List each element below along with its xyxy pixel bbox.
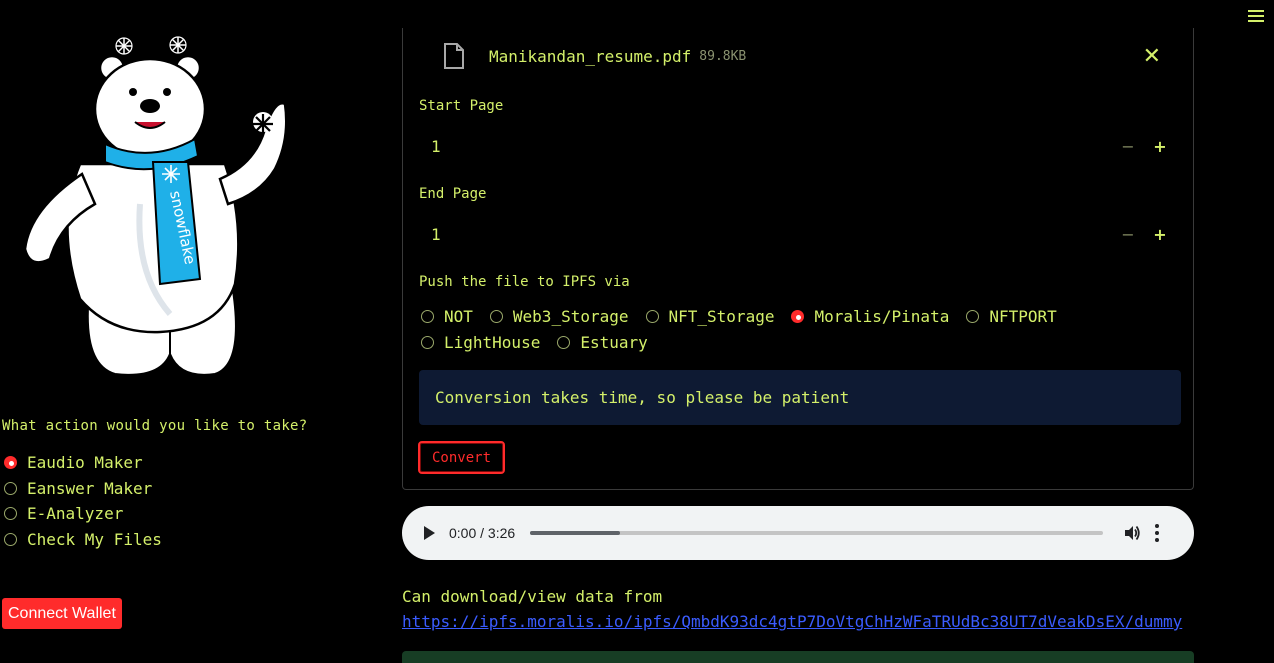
connect-wallet-button[interactable]: Connect Wallet (2, 598, 122, 629)
conversion-panel: Manikandan_resume.pdf 89.8KB ✕ Start Pag… (402, 28, 1194, 490)
sidebar: snowflake What action would you like to … (0, 0, 330, 659)
radio-selected-icon[interactable] (4, 456, 17, 470)
ipfs-option-label: NFTPORT (989, 307, 1057, 327)
ipfs-option-label: Moralis/Pinata (814, 307, 950, 327)
radio-icon[interactable] (421, 310, 434, 324)
increment-button[interactable]: + (1153, 137, 1167, 156)
ipfs-option-nft-storage[interactable]: NFT_Storage (645, 304, 775, 330)
action-option-label: Eaudio Maker (27, 453, 143, 473)
more-options-icon[interactable] (1155, 524, 1159, 542)
radio-icon[interactable] (4, 507, 17, 521)
file-icon (444, 43, 464, 69)
start-page-stepper: − + (1121, 128, 1167, 164)
uploaded-file: Manikandan_resume.pdf 89.8KB ✕ (443, 42, 1183, 70)
action-option-label: Eanswer Maker (27, 478, 153, 498)
end-page-stepper: − + (1121, 216, 1167, 252)
ipfs-label: Push the file to IPFS via (419, 274, 630, 290)
action-option-eanswer-maker[interactable]: Eanswer Maker (4, 476, 162, 502)
success-message-bar (402, 651, 1194, 663)
radio-icon[interactable] (966, 310, 980, 324)
end-page-input[interactable]: 1 − + (419, 216, 1179, 252)
action-option-eaudio-maker[interactable]: Eaudio Maker (4, 450, 162, 476)
radio-icon[interactable] (645, 310, 659, 324)
action-option-label: Check My Files (27, 529, 162, 549)
ipfs-option-label: NOT (444, 307, 473, 327)
radio-selected-icon[interactable] (791, 310, 805, 324)
play-icon[interactable] (424, 526, 435, 540)
ipfs-option-estuary[interactable]: Estuary (557, 330, 648, 356)
radio-icon[interactable] (489, 310, 503, 324)
decrement-button[interactable]: − (1121, 137, 1135, 156)
increment-button[interactable]: + (1153, 225, 1167, 244)
polar-bear-mascot-icon: snowflake (23, 36, 288, 376)
file-size: 89.8KB (699, 48, 747, 64)
info-message: Conversion takes time, so please be pati… (419, 370, 1181, 425)
ipfs-option-not[interactable]: NOT (421, 304, 473, 330)
action-radio-group: Eaudio Maker Eanswer Maker E-Analyzer Ch… (4, 450, 162, 552)
radio-icon[interactable] (421, 335, 434, 349)
ipfs-option-label: Estuary (580, 332, 648, 352)
ipfs-option-lighthouse[interactable]: LightHouse (421, 330, 540, 356)
action-option-check-my-files[interactable]: Check My Files (4, 527, 162, 553)
audio-progress-fill (530, 531, 620, 535)
start-page-input[interactable]: 1 − + (419, 128, 1179, 164)
volume-icon[interactable] (1123, 524, 1141, 542)
action-prompt: What action would you like to take? (2, 418, 308, 434)
end-page-value[interactable]: 1 (431, 225, 441, 244)
ipfs-option-nftport[interactable]: NFTPORT (966, 304, 1057, 330)
action-option-label: E-Analyzer (27, 504, 124, 524)
ipfs-option-web3-storage[interactable]: Web3_Storage (489, 304, 629, 330)
start-page-label: Start Page (419, 98, 504, 114)
close-icon[interactable]: ✕ (1143, 44, 1161, 69)
menu-icon[interactable] (1248, 8, 1264, 22)
radio-icon[interactable] (557, 335, 571, 349)
audio-player: 0:00 / 3:26 (402, 506, 1194, 560)
convert-button[interactable]: Convert (418, 441, 506, 474)
start-page-value[interactable]: 1 (431, 137, 441, 156)
audio-progress-slider[interactable] (530, 531, 1103, 535)
decrement-button[interactable]: − (1121, 225, 1135, 244)
action-option-e-analyzer[interactable]: E-Analyzer (4, 501, 162, 527)
ipfs-link[interactable]: https://ipfs.moralis.io/ipfs/QmbdK93dc4g… (402, 612, 1182, 631)
file-name: Manikandan_resume.pdf (489, 46, 692, 66)
ipfs-option-label: Web3_Storage (512, 307, 629, 327)
radio-icon[interactable] (4, 481, 17, 495)
end-page-label: End Page (419, 186, 487, 202)
ipfs-option-label: LightHouse (444, 332, 541, 352)
download-text: Can download/view data from (402, 587, 663, 606)
audio-time: 0:00 / 3:26 (449, 525, 516, 541)
ipfs-radio-group: NOT Web3_Storage NFT_Storage Moralis/Pin… (421, 304, 1181, 355)
ipfs-option-label: NFT_Storage (668, 307, 775, 327)
radio-icon[interactable] (4, 532, 17, 546)
ipfs-option-moralis-pinata[interactable]: Moralis/Pinata (791, 304, 949, 330)
